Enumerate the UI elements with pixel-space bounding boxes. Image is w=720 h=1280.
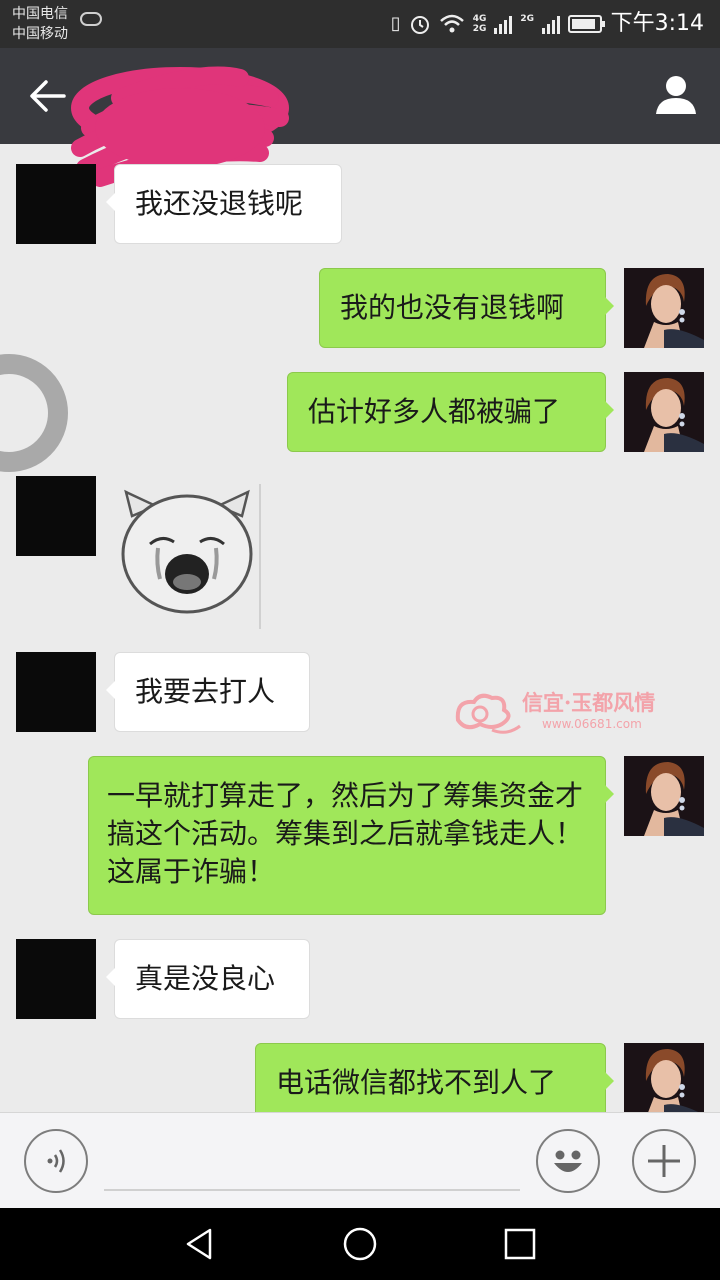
watermark-title: 信宜·玉都风情 (522, 690, 656, 715)
incoming-message[interactable]: 真是没良心 (106, 939, 310, 1019)
contact-avatar[interactable] (16, 939, 96, 1019)
status-bar: 中国电信 中国移动 ▯ 4G 2G 2G 下午3:14 (0, 0, 720, 48)
chat-area[interactable]: 我还没退钱呢 我的也没有退钱啊 估计好多人都被骗了 我要去打人 信宜·玉都风情 … (0, 144, 720, 1112)
incoming-message[interactable]: 我要去打人 (106, 652, 310, 732)
watermark-url: www.06681.com (542, 717, 642, 731)
nav-home-icon[interactable] (340, 1224, 380, 1264)
battery-icon (568, 15, 605, 33)
cloud-icon (80, 12, 102, 26)
my-avatar[interactable] (624, 756, 704, 836)
incoming-message[interactable]: 我还没退钱呢 (106, 164, 342, 244)
contact-avatar[interactable] (16, 164, 96, 244)
site-watermark: 信宜·玉都风情 www.06681.com (452, 690, 662, 740)
signal-icon-2 (542, 14, 560, 34)
portrait-image (624, 756, 704, 836)
portrait-image (624, 1043, 704, 1112)
input-bar (0, 1112, 720, 1208)
nav-recents-icon[interactable] (500, 1224, 540, 1264)
carrier-info: 中国电信 中国移动 (12, 4, 68, 44)
clock: 下午3:14 (610, 11, 704, 36)
alarm-icon (410, 16, 429, 34)
voice-button[interactable] (24, 1129, 88, 1193)
outgoing-message[interactable]: 我的也没有退钱啊 (319, 268, 614, 348)
emoji-button[interactable] (536, 1129, 600, 1193)
contact-avatar[interactable] (16, 476, 96, 556)
plus-icon (648, 1145, 680, 1177)
my-avatar[interactable] (624, 372, 704, 452)
emoji-icon (554, 1150, 582, 1172)
wifi-icon (439, 14, 464, 33)
watermark-logo-icon (455, 693, 521, 734)
network-label-2: 2G (472, 24, 487, 34)
more-button[interactable] (632, 1129, 696, 1193)
my-avatar[interactable] (624, 268, 704, 348)
carrier-2: 中国移动 (12, 26, 68, 42)
carrier-1: 中国电信 (12, 6, 68, 22)
outgoing-message[interactable]: 电话微信都找不到人了 (255, 1043, 614, 1112)
outgoing-message[interactable]: 估计好多人都被骗了 (287, 372, 614, 452)
outgoing-message[interactable]: 一早就打算走了，然后为了筹集资金才搞这个活动。筹集到之后就拿钱走人！这属于诈骗！ (88, 756, 614, 915)
nav-back-icon[interactable] (180, 1224, 220, 1264)
portrait-image (624, 268, 704, 348)
network-labels-2: 2G (520, 14, 534, 34)
signal-icon-1 (494, 14, 513, 34)
portrait-image (624, 372, 704, 452)
network-label-3: 2G (520, 14, 534, 24)
my-avatar[interactable] (624, 1043, 704, 1112)
floating-ring (0, 354, 68, 472)
contact-info-icon[interactable] (654, 72, 698, 116)
crying-pig-sticker[interactable] (112, 484, 262, 629)
contact-avatar[interactable] (16, 652, 96, 732)
vibrate-icon: ▯ (390, 13, 401, 34)
title-bar (0, 48, 720, 187)
navigation-bar (0, 1208, 720, 1280)
status-icons: ▯ 4G 2G 2G (390, 10, 605, 38)
network-label-1: 4G (472, 14, 487, 24)
message-input[interactable] (104, 1133, 520, 1191)
network-labels: 4G 2G (473, 14, 487, 34)
voice-icon (47, 1149, 65, 1173)
